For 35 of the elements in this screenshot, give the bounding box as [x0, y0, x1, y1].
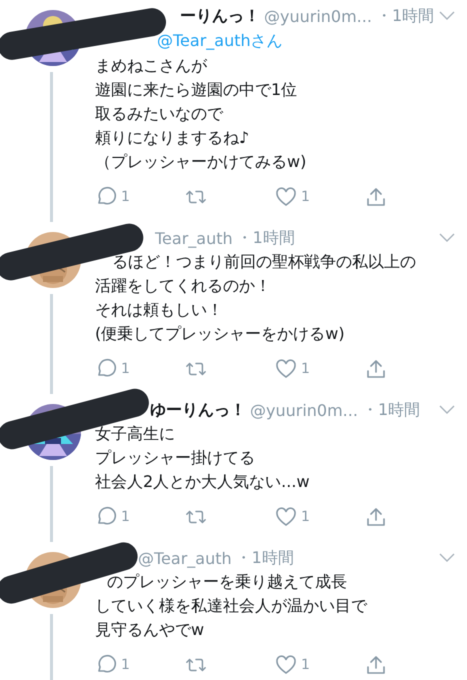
- heart-icon[interactable]: [275, 506, 297, 528]
- heart-icon[interactable]: [275, 186, 297, 208]
- share-icon[interactable]: [365, 186, 387, 208]
- share-icon[interactable]: [365, 506, 387, 528]
- like-count: 1: [301, 509, 310, 525]
- like-count: 1: [301, 657, 310, 673]
- tweet-text: 女子高生に プレッシャー掛けてる 社会人2人とか大人気ない...w: [95, 423, 311, 493]
- user-handle: @yuurin0m...: [250, 400, 358, 420]
- chevron-down-icon[interactable]: [439, 553, 455, 563]
- heart-icon[interactable]: [275, 654, 297, 676]
- timestamp: ・1時間: [362, 400, 420, 420]
- timestamp: ・1時間: [236, 228, 295, 248]
- chevron-down-icon[interactable]: [439, 233, 455, 243]
- like-count: 1: [301, 189, 310, 205]
- like-count: 1: [301, 361, 310, 377]
- mention-link[interactable]: @Tear_authさん: [157, 31, 283, 50]
- user-name: ゆーりんっ！: [150, 400, 246, 420]
- chevron-down-icon[interactable]: [439, 11, 455, 21]
- share-icon[interactable]: [365, 358, 387, 380]
- timestamp: ・1時間: [376, 6, 434, 26]
- timestamp: ・1時間: [236, 548, 294, 568]
- tweet-text: るほど！つまり前回の聖杯戦争の私以上の 活躍をしてくれるのか！ それは頼もしい！ (便乗してプレッシャーをかけるw): [95, 251, 417, 345]
- user-handle: Tear_auth: [155, 228, 233, 248]
- reply-count: 1: [121, 189, 130, 205]
- user-name: ーりんっ！: [180, 6, 260, 26]
- share-icon[interactable]: [365, 654, 387, 676]
- heart-icon[interactable]: [275, 358, 297, 380]
- reply-count: 1: [121, 509, 130, 525]
- user-handle: @Tear_auth: [138, 548, 232, 568]
- reply-count: 1: [121, 361, 130, 377]
- user-handle: @yuurin0m...: [264, 6, 372, 26]
- tweet-text: のプレッシャーを乗り越えて成長 していく様を私達社会人が温かい目で 見守るんやでw: [95, 571, 368, 641]
- reply-count: 1: [121, 657, 130, 673]
- chevron-down-icon[interactable]: [439, 405, 455, 415]
- tweet-text: まめねこさんが 遊園に来たら遊園の中で1位 取るみたいなので 頼りになりまするね♪ （プレッシャーかけてみるw): [95, 55, 308, 173]
